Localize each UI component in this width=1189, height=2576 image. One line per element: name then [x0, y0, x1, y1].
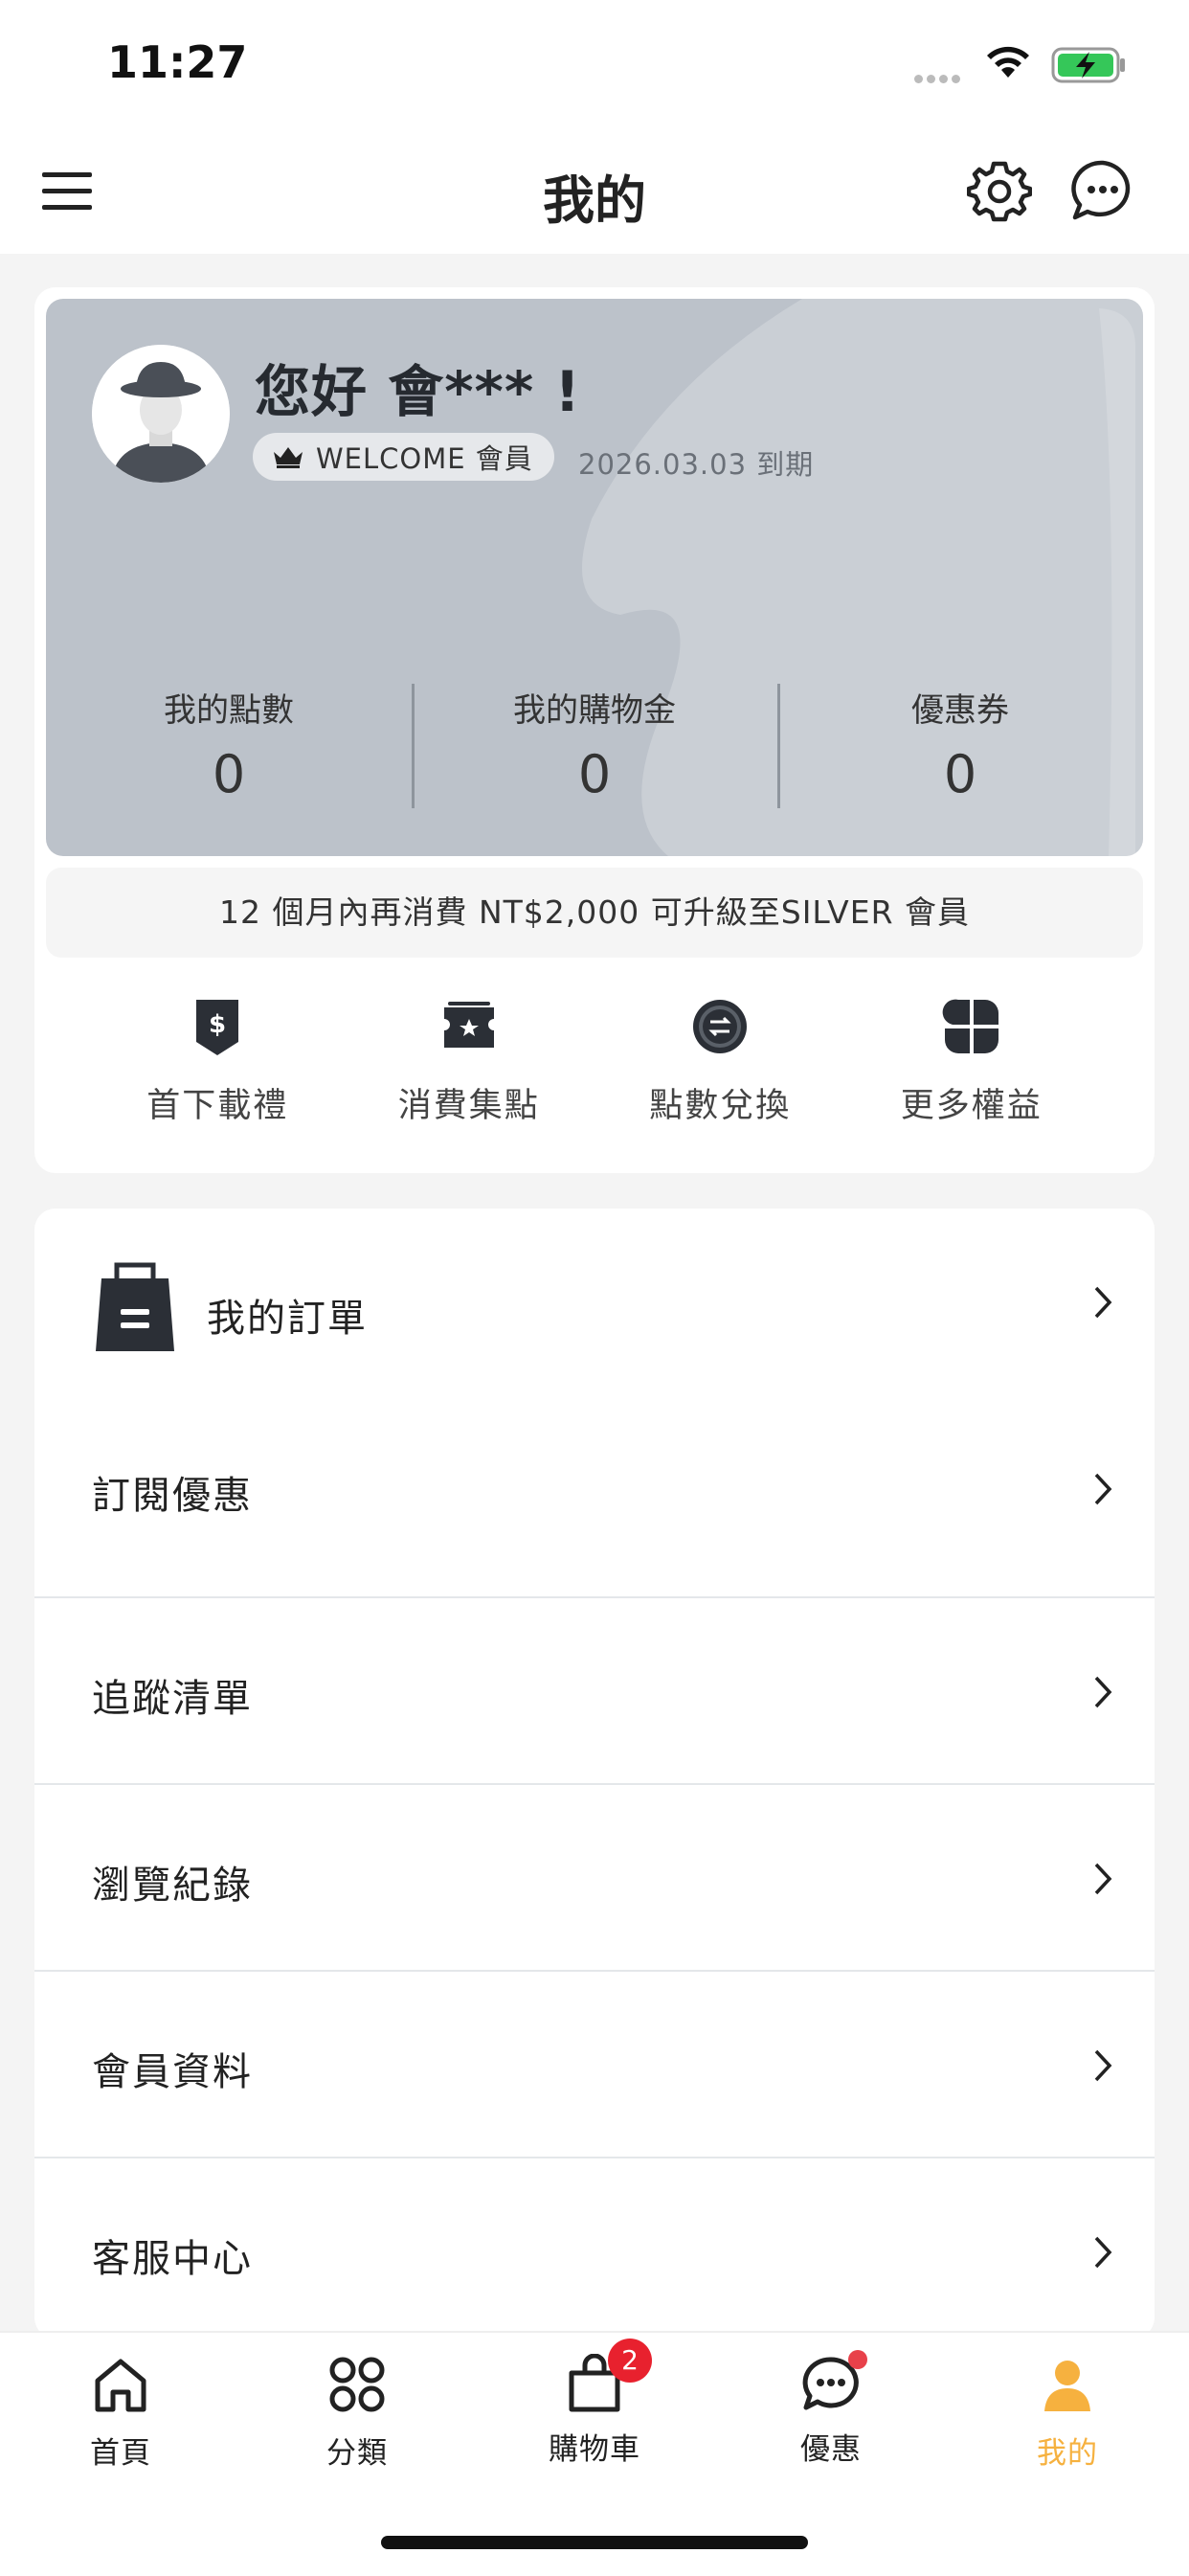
member-stats: 我的點數 0 我的購物金 0 優惠券 0 [46, 680, 1143, 814]
menu-item-subscription[interactable]: 訂閱優惠 [34, 1395, 1155, 1582]
member-card: 您好 會*** ! WELCOME 會員 2026.03.03 到期 我的點數 … [34, 287, 1155, 1173]
grid-more-icon [942, 999, 998, 1053]
menu-item-history[interactable]: 瀏覽紀錄 [34, 1783, 1155, 1972]
promo-icon-wrap [800, 2350, 867, 2415]
tab-label: 首頁 [90, 2436, 151, 2471]
membership-hero[interactable]: 您好 會*** ! WELCOME 會員 2026.03.03 到期 我的點數 … [46, 299, 1143, 856]
stat-label: 我的點數 [164, 691, 294, 730]
chevron-right-icon [1094, 1473, 1112, 1505]
settings-gear-icon[interactable] [967, 158, 1032, 223]
tab-label: 購物車 [549, 2432, 640, 2467]
expiry-date: 2026.03.03 到期 [578, 448, 815, 481]
svg-text:$: $ [209, 1010, 226, 1039]
menu-item-label: 會員資料 [92, 2050, 253, 2094]
stat-points[interactable]: 我的點數 0 [46, 680, 412, 814]
tab-label: 我的 [1037, 2436, 1098, 2471]
stat-value: 0 [943, 744, 977, 804]
chevron-right-icon [1094, 1286, 1112, 1319]
tab-me[interactable]: 我的 [991, 2354, 1144, 2472]
top-nav: 我的 [0, 124, 1189, 254]
chevron-right-icon [1094, 2236, 1112, 2269]
stat-value: 0 [212, 744, 246, 804]
my-orders-label: 我的訂單 [207, 1297, 368, 1341]
stat-label: 我的購物金 [513, 691, 676, 730]
exchange-icon [693, 1000, 748, 1053]
menu-list: 我的訂單 訂閱優惠 追蹤清單 瀏覽紀錄 會員資料 客服中心 [34, 1209, 1155, 2339]
profile-icon [1044, 2361, 1090, 2411]
menu-item-wishlist[interactable]: 追蹤清單 [34, 1596, 1155, 1785]
avatar[interactable] [92, 345, 230, 483]
stat-shopping-credit[interactable]: 我的購物金 0 [412, 680, 777, 814]
status-bar: 11:27 [0, 0, 1189, 124]
cart-icon-wrap: 2 [564, 2339, 652, 2415]
benefit-points-exchange[interactable]: 點數兌換 [624, 996, 816, 1140]
cart-badge: 2 [608, 2339, 652, 2383]
tab-promotions[interactable]: 優惠 [754, 2350, 908, 2468]
chevron-right-icon [1094, 1863, 1112, 1895]
benefit-label: 首下載禮 [146, 1087, 289, 1125]
chevron-right-icon [1094, 2049, 1112, 2082]
battery-charging-icon [1051, 47, 1125, 83]
status-time: 11:27 [107, 36, 248, 88]
stat-label: 優惠券 [911, 691, 1009, 730]
benefit-label: 點數兌換 [649, 1087, 792, 1125]
menu-item-label: 客服中心 [92, 2237, 253, 2281]
shopping-bag-icon [96, 1262, 174, 1351]
cellular-signal-icon [914, 69, 964, 87]
stat-value: 0 [577, 744, 612, 804]
benefits-row: $ 首下載禮 消費集點 點數兌換 更多權益 [34, 996, 1155, 1140]
crown-icon [274, 447, 303, 468]
wifi-icon [987, 46, 1029, 78]
greeting-text: 您好 會*** ! [255, 359, 581, 424]
star-ticket-icon [443, 1002, 494, 1048]
tier-badge[interactable]: WELCOME 會員 [253, 433, 554, 481]
menu-item-label: 瀏覽紀錄 [92, 1864, 253, 1908]
menu-item-label: 訂閱優惠 [92, 1474, 253, 1518]
my-orders-row[interactable]: 我的訂單 [34, 1209, 1155, 1395]
tab-category[interactable]: 分類 [280, 2354, 434, 2472]
tab-label: 優惠 [800, 2432, 862, 2467]
tab-cart[interactable]: 2 購物車 [518, 2339, 671, 2468]
home-icon [95, 2359, 146, 2412]
tab-home[interactable]: 首頁 [44, 2354, 197, 2472]
benefit-more[interactable]: 更多權益 [876, 996, 1067, 1140]
home-indicator [381, 2536, 808, 2549]
tab-label: 分類 [326, 2436, 388, 2471]
category-icon [329, 2357, 385, 2412]
benefit-collect-points[interactable]: 消費集點 [373, 996, 565, 1140]
stat-coupons[interactable]: 優惠券 0 [777, 680, 1143, 814]
upgrade-notice: 12 個月內再消費 NT$2,000 可升級至SILVER 會員 [46, 868, 1143, 958]
benefit-first-download[interactable]: $ 首下載禮 [122, 996, 313, 1140]
menu-item-customer-service[interactable]: 客服中心 [34, 2157, 1155, 2339]
avatar-icon [92, 345, 230, 483]
benefit-label: 消費集點 [397, 1087, 540, 1125]
menu-item-profile[interactable]: 會員資料 [34, 1970, 1155, 2158]
dollar-tag-icon: $ [196, 1000, 239, 1055]
message-chat-icon[interactable] [1070, 158, 1135, 223]
notification-dot [848, 2350, 867, 2369]
tier-label: WELCOME 會員 [316, 442, 533, 475]
chevron-right-icon [1094, 1676, 1112, 1708]
benefit-label: 更多權益 [900, 1087, 1043, 1125]
menu-item-label: 追蹤清單 [92, 1677, 253, 1721]
